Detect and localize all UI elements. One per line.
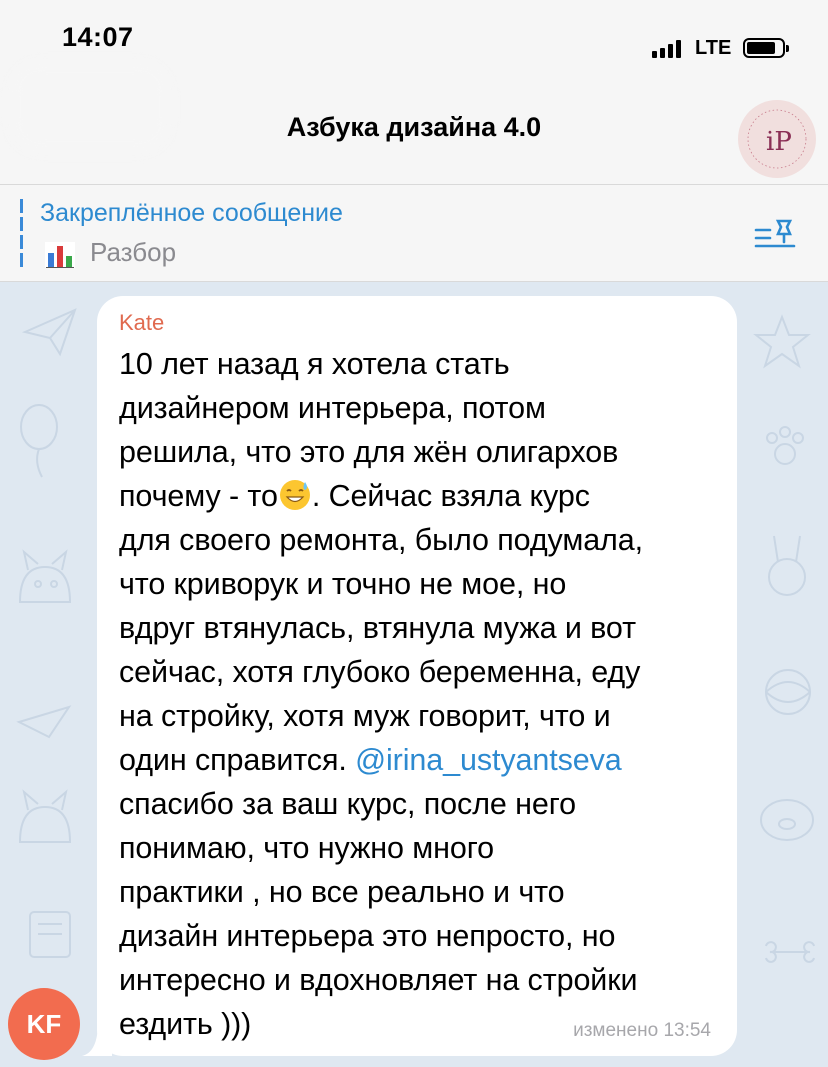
bunny-doodle: [768, 535, 806, 596]
message-line: спасибо за ваш курс, после него: [119, 787, 576, 821]
message-line: интересно и вдохновляет на стройки: [119, 963, 638, 997]
chat-title[interactable]: Азбука дизайна 4.0: [0, 112, 828, 143]
message-line: для своего ремонта, было подумала,: [119, 523, 643, 557]
mention-link[interactable]: @irina_ustyantseva: [355, 743, 622, 777]
sender-avatar[interactable]: KF: [8, 988, 80, 1060]
pinned-title: Закреплённое сообщение: [40, 199, 343, 227]
battery-icon: [743, 38, 789, 58]
message-line: сейчас, хотя глубоко беременна, еду: [119, 655, 641, 689]
paw-doodle: [766, 426, 804, 465]
message-line: практики , но все реально и что: [119, 875, 565, 909]
star-doodle: [753, 314, 811, 369]
pinned-message-bar[interactable]: Закреплённое сообщение Разбор: [0, 184, 828, 282]
edited-timestamp: изменено 13:54: [573, 1020, 711, 1041]
plane-doodle: [16, 705, 72, 739]
bar-chart-emoji-icon: [45, 242, 75, 268]
pig-doodle: [760, 799, 814, 841]
pinned-indicator: [20, 199, 23, 269]
message-line: решила, что это для жён олигархов: [119, 435, 619, 469]
channel-avatar[interactable]: iP: [738, 100, 816, 178]
message-bubble[interactable]: Kate 10 лет назад я хотела стать дизайне…: [97, 296, 737, 1056]
ball-doodle: [765, 669, 811, 715]
network-type: LTE: [695, 37, 732, 59]
message-line: дизайн интерьера это непросто, но: [119, 919, 616, 953]
pinned-list-icon[interactable]: [754, 218, 798, 252]
signal-icon: [652, 40, 681, 58]
message-line: 10 лет назад я хотела стать: [119, 347, 510, 381]
pinned-text: Разбор: [90, 237, 177, 267]
status-bar: 14:07 LTE: [0, 0, 828, 152]
message-sender[interactable]: Kate: [119, 310, 717, 336]
status-time: 14:07: [62, 22, 134, 52]
message-line: дизайнером интерьера, потом: [119, 391, 546, 425]
message-line: понимаю, что нужно много: [119, 831, 494, 865]
bone-doodle: [765, 941, 815, 963]
sweat-smile-emoji-icon: [279, 480, 310, 510]
cat2-doodle: [18, 789, 72, 843]
message-line: что криворук и точно не мое, но: [119, 567, 567, 601]
message-line: почему - то. Сейчас взяла курс: [119, 479, 590, 513]
paper-plane-doodle: [21, 308, 77, 357]
message-line: на стройку, хотя муж говорит, что и: [119, 699, 611, 733]
message-line: вдруг втянулась, втянула мужа и вот: [119, 611, 636, 645]
message-text: 10 лет назад я хотела стать дизайнером и…: [119, 342, 717, 1046]
balloon-doodle: [20, 404, 58, 478]
avatar-monogram: iP: [766, 127, 792, 157]
cat-doodle: [18, 549, 72, 603]
message-line: один справится. @irina_ustyantseva: [119, 743, 622, 777]
notebook-doodle: [29, 911, 71, 958]
chat-header: Азбука дизайна 4.0 iP: [0, 80, 828, 184]
